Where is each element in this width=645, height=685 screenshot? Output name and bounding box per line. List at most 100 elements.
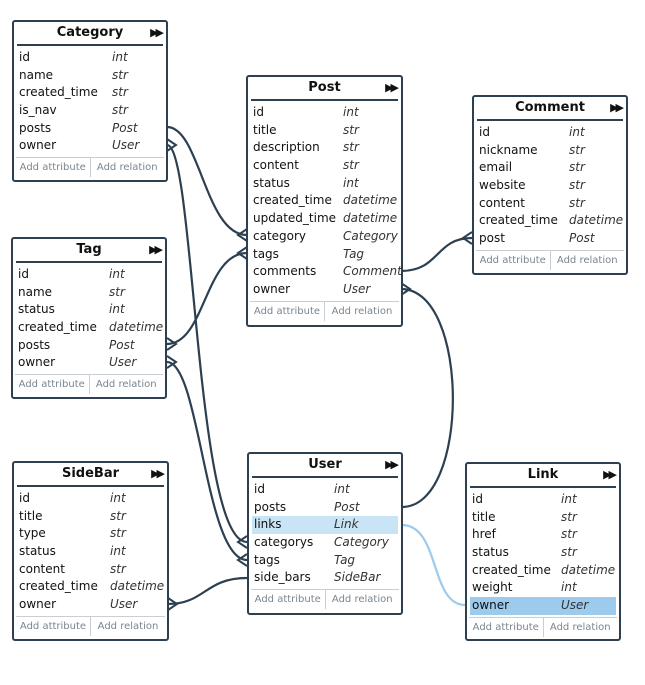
attribute-row[interactable]: created_time datetime: [248, 192, 401, 210]
entity-user[interactable]: User ▶▶ id int posts Post links Link categorys…: [247, 452, 403, 615]
expand-icon[interactable]: ▶▶: [151, 463, 165, 485]
expand-icon[interactable]: ▶▶: [385, 454, 399, 476]
attribute-row[interactable]: id int: [248, 104, 401, 122]
attribute-row[interactable]: tags Tag: [249, 552, 401, 570]
attribute-row[interactable]: created_time str: [14, 84, 166, 102]
attribute-type: User: [112, 138, 140, 153]
attribute-row[interactable]: post Post: [474, 230, 626, 248]
expand-icon[interactable]: ▶▶: [385, 77, 399, 99]
expand-icon[interactable]: ▶▶: [610, 97, 624, 119]
attribute-type: int: [343, 105, 359, 119]
attribute-row[interactable]: status int: [13, 301, 165, 319]
attribute-type: str: [110, 526, 126, 541]
attribute-row[interactable]: created_time datetime: [13, 319, 165, 337]
attribute-name: weight: [472, 580, 513, 595]
attribute-name: description: [253, 140, 320, 155]
attribute-row[interactable]: created_time datetime: [14, 578, 167, 596]
add-relation-button[interactable]: Add relation: [324, 301, 399, 321]
attribute-row[interactable]: name str: [13, 284, 165, 302]
attribute-list: id int title str href str status str created_tim…: [467, 488, 619, 617]
attribute-row[interactable]: status int: [14, 543, 167, 561]
attribute-name: owner: [472, 598, 510, 613]
add-attribute-button[interactable]: Add attribute: [15, 375, 89, 394]
expand-icon[interactable]: ▶▶: [149, 239, 163, 261]
expand-icon[interactable]: ▶▶: [603, 464, 617, 486]
attribute-row[interactable]: owner User: [470, 597, 616, 615]
add-relation-button[interactable]: Add relation: [324, 590, 400, 610]
attribute-type: datetime: [561, 562, 616, 577]
add-relation-button[interactable]: Add relation: [549, 250, 625, 270]
add-attribute-button[interactable]: Add attribute: [250, 302, 324, 321]
entity-link[interactable]: Link ▶▶ id int title str href str status str cre…: [465, 462, 621, 641]
attribute-row[interactable]: is_nav str: [14, 102, 166, 120]
attribute-name: created_time: [472, 562, 551, 577]
attribute-row[interactable]: title str: [467, 509, 619, 527]
attribute-type: User: [110, 597, 138, 612]
attribute-type: str: [112, 103, 128, 118]
attribute-row[interactable]: id int: [249, 481, 401, 499]
attribute-row[interactable]: owner User: [248, 281, 401, 299]
add-relation-button[interactable]: Add relation: [89, 158, 165, 178]
entity-title: Link: [527, 467, 559, 482]
add-attribute-button[interactable]: Add attribute: [251, 590, 325, 609]
expand-icon[interactable]: ▶▶: [150, 22, 164, 44]
attribute-row[interactable]: posts Post: [14, 120, 166, 138]
add-attribute-button[interactable]: Add attribute: [16, 617, 90, 636]
add-attribute-button[interactable]: Add attribute: [476, 251, 550, 270]
attribute-name: title: [472, 509, 496, 524]
attribute-row[interactable]: categorys Category: [249, 534, 401, 552]
entity-sidebar[interactable]: SideBar ▶▶ id int title str type str status int…: [12, 461, 169, 641]
attribute-row[interactable]: id int: [474, 124, 626, 142]
attribute-row[interactable]: status int: [248, 175, 401, 193]
relation-user-links: [401, 523, 466, 607]
attribute-row[interactable]: id int: [14, 49, 166, 67]
attribute-row[interactable]: owner User: [14, 137, 166, 155]
attribute-row[interactable]: content str: [14, 561, 167, 579]
attribute-row[interactable]: id int: [13, 266, 165, 284]
entity-comment[interactable]: Comment ▶▶ id int nickname str email str websi…: [472, 95, 628, 275]
attribute-row[interactable]: id int: [467, 491, 619, 509]
add-relation-button[interactable]: Add relation: [90, 616, 165, 636]
attribute-row[interactable]: type str: [14, 525, 167, 543]
attribute-type: Comment: [343, 264, 402, 279]
attribute-row[interactable]: email str: [474, 159, 626, 177]
attribute-row[interactable]: nickname str: [474, 142, 626, 160]
attribute-type: Post: [109, 337, 135, 352]
attribute-row[interactable]: posts Post: [249, 499, 401, 517]
add-attribute-button[interactable]: Add attribute: [469, 618, 543, 637]
attribute-row[interactable]: side_bars SideBar: [249, 569, 401, 587]
entity-tag[interactable]: Tag ▶▶ id int name str status int created_time…: [11, 237, 167, 399]
attribute-row[interactable]: created_time datetime: [467, 562, 619, 580]
attribute-type: User: [343, 281, 371, 296]
attribute-row[interactable]: content str: [248, 157, 401, 175]
attribute-row[interactable]: name str: [14, 67, 166, 85]
add-relation-button[interactable]: Add relation: [88, 375, 164, 395]
attribute-row[interactable]: created_time datetime: [474, 212, 626, 230]
attribute-row[interactable]: title str: [14, 508, 167, 526]
attribute-row[interactable]: updated_time datetime: [248, 210, 401, 228]
attribute-row[interactable]: weight int: [467, 579, 619, 597]
add-relation-button[interactable]: Add relation: [542, 617, 618, 637]
attribute-row[interactable]: content str: [474, 195, 626, 213]
entity-category[interactable]: Category ▶▶ id int name str created_time str i…: [12, 20, 168, 182]
attribute-type: Post: [569, 231, 595, 246]
attribute-row[interactable]: owner User: [13, 354, 165, 372]
attribute-row[interactable]: website str: [474, 177, 626, 195]
attribute-row[interactable]: links Link: [252, 516, 398, 535]
attribute-type: datetime: [109, 320, 164, 335]
attribute-row[interactable]: owner User: [14, 596, 167, 614]
attribute-type: str: [569, 195, 585, 210]
attribute-row[interactable]: description str: [248, 139, 401, 157]
attribute-type: str: [561, 509, 577, 524]
attribute-row[interactable]: id int: [14, 490, 167, 508]
attribute-row[interactable]: status str: [467, 544, 619, 562]
attribute-row[interactable]: tags Tag: [248, 246, 401, 264]
attribute-row[interactable]: href str: [467, 526, 619, 544]
relation-tag-owner: [166, 360, 248, 562]
entity-post[interactable]: Post ▶▶ id int title str description str conte…: [246, 75, 403, 327]
attribute-row[interactable]: category Category: [248, 228, 401, 246]
attribute-row[interactable]: posts Post: [13, 337, 165, 355]
add-attribute-button[interactable]: Add attribute: [16, 158, 90, 177]
attribute-row[interactable]: title str: [248, 122, 401, 140]
attribute-row[interactable]: comments Comment: [248, 263, 402, 281]
